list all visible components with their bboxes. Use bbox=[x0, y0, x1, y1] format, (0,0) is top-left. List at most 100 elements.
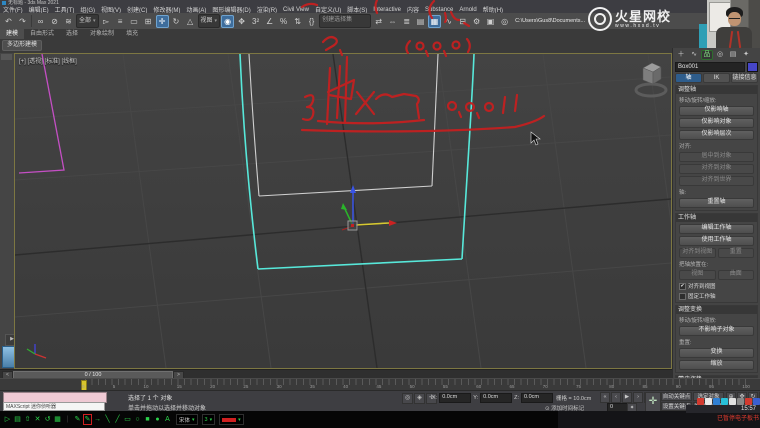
line-tool-icon[interactable]: ╲ bbox=[103, 414, 112, 425]
dont-affect-children-button[interactable]: 不影响子对象 bbox=[679, 326, 754, 336]
reference-coordinate-dropdown[interactable]: 视图▾ bbox=[198, 14, 221, 28]
rendered-frame-window-icon[interactable]: ▣ bbox=[484, 15, 497, 28]
place-surface-button[interactable]: 曲面 bbox=[718, 270, 755, 280]
pivot-sub-tab[interactable]: 轴 bbox=[675, 73, 702, 83]
align-to-view-button[interactable]: 对齐到视图 bbox=[679, 248, 716, 258]
place-view-button[interactable]: 视图 bbox=[679, 270, 716, 280]
capture-icon[interactable]: ▦ bbox=[53, 414, 62, 425]
rectangle-tool-icon[interactable]: ▭ bbox=[123, 414, 132, 425]
ribbon-tab-freeform[interactable]: 自由形式 bbox=[24, 29, 60, 39]
utilities-tab-icon[interactable]: ✦ bbox=[740, 50, 752, 60]
go-to-start-icon[interactable]: « bbox=[600, 392, 610, 403]
object-name-field[interactable]: Box001 bbox=[675, 62, 745, 72]
affect-pivot-only-button[interactable]: 仅影响轴 bbox=[679, 106, 754, 116]
reset-button[interactable]: 重置 bbox=[718, 248, 755, 258]
ribbon-toggle-icon[interactable]: ▦ bbox=[428, 15, 441, 28]
menu-item[interactable]: Substance bbox=[422, 7, 456, 13]
viewport-label[interactable]: [+] [透视] [标准] [线框] bbox=[19, 56, 77, 65]
text-tool-icon[interactable]: A bbox=[163, 414, 172, 425]
selection-lock-icon[interactable]: ◈ bbox=[414, 393, 425, 404]
tray-icon[interactable] bbox=[745, 398, 752, 405]
pointer-icon[interactable]: ▷ bbox=[3, 414, 12, 425]
named-selection-set-field[interactable]: 创建选择集 bbox=[319, 14, 371, 28]
polygon-modeling-panel-button[interactable]: 多边形建模 bbox=[2, 40, 42, 51]
rect-selection-region-icon[interactable]: ▭ bbox=[128, 15, 141, 28]
reset-pivot-button[interactable]: 重置轴 bbox=[679, 198, 754, 208]
menu-item[interactable]: Civil View bbox=[280, 7, 312, 13]
use-working-pivot-button[interactable]: 使用工作轴 bbox=[679, 236, 754, 246]
previous-frame-icon[interactable]: ‹ bbox=[611, 392, 621, 403]
y-coordinate-field[interactable]: 0.0cm bbox=[480, 393, 512, 403]
rollout-header[interactable]: 工作轴 bbox=[676, 214, 757, 222]
rollout-header[interactable]: 调整变换 bbox=[676, 306, 757, 314]
z-coordinate-field[interactable]: 0.0cm bbox=[521, 393, 553, 403]
rotate-icon[interactable]: ↻ bbox=[170, 15, 183, 28]
thin-line-tool-icon[interactable]: ╱ bbox=[113, 414, 122, 425]
tray-icon[interactable] bbox=[737, 398, 744, 405]
undo-icon[interactable]: ↶ bbox=[2, 15, 15, 28]
maxscript-mini-listener[interactable]: MAXScript 迷你侦听器 bbox=[3, 402, 105, 411]
x-coordinate-field[interactable]: 0.0cm bbox=[439, 393, 471, 403]
motion-tab-icon[interactable]: ◎ bbox=[714, 50, 726, 60]
menu-item[interactable]: Interactive bbox=[370, 7, 404, 13]
ellipse-tool-icon[interactable]: ○ bbox=[133, 414, 142, 425]
select-by-name-icon[interactable]: ≡ bbox=[114, 15, 127, 28]
perspective-viewport[interactable]: [+] [透视] [标准] [线框] bbox=[14, 53, 672, 369]
filled-rectangle-tool-icon[interactable]: ■ bbox=[143, 414, 152, 425]
schematic-view-icon[interactable]: ⊟ bbox=[456, 15, 469, 28]
affect-hierarchy-only-button[interactable]: 仅影响层次 bbox=[679, 130, 754, 140]
move-icon[interactable]: ✛ bbox=[156, 15, 169, 28]
unlink-selection-icon[interactable]: ⊘ bbox=[48, 15, 61, 28]
separator[interactable]: | bbox=[63, 414, 72, 425]
upload-icon[interactable]: ⇧ bbox=[23, 414, 32, 425]
save-icon[interactable]: ▤ bbox=[13, 414, 22, 425]
curve-editor-icon[interactable]: ∿ bbox=[442, 15, 455, 28]
window-crossing-icon[interactable]: ⊞ bbox=[142, 15, 155, 28]
filled-ellipse-tool-icon[interactable]: ● bbox=[153, 414, 162, 425]
highlighter-icon[interactable]: ✎ bbox=[73, 414, 82, 425]
affect-object-only-button[interactable]: 仅影响对象 bbox=[679, 118, 754, 128]
isolate-selection-icon[interactable]: ◎ bbox=[402, 393, 413, 404]
modify-tab-icon[interactable]: ∿ bbox=[688, 50, 700, 60]
ribbon-tab-selection[interactable]: 选择 bbox=[60, 29, 84, 39]
edit-named-selections-icon[interactable]: {} bbox=[305, 15, 318, 28]
angle-snap-icon[interactable]: ∠ bbox=[263, 15, 276, 28]
percent-snap-icon[interactable]: % bbox=[277, 15, 290, 28]
center-to-object-button[interactable]: 居中到对象 bbox=[679, 152, 754, 162]
layer-explorer-icon[interactable]: ▤ bbox=[414, 15, 427, 28]
move-gizmo[interactable] bbox=[341, 185, 397, 230]
tray-icon[interactable] bbox=[697, 398, 704, 405]
render-production-icon[interactable]: ◎ bbox=[498, 15, 511, 28]
reset-scale-button[interactable]: 缩放 bbox=[679, 360, 754, 370]
set-keys-button[interactable]: ✛ bbox=[645, 392, 661, 412]
close-icon[interactable]: ✕ bbox=[33, 414, 42, 425]
rollout-header[interactable]: 调整轴 bbox=[676, 86, 757, 94]
viewcube[interactable] bbox=[636, 63, 666, 96]
lock-working-pivot-checkbox[interactable]: 固定工作轴 bbox=[679, 292, 754, 300]
undo-icon[interactable]: ↺ bbox=[43, 414, 52, 425]
reset-transform-button[interactable]: 变换 bbox=[679, 348, 754, 358]
align-to-world-button[interactable]: 对齐到世界 bbox=[679, 176, 754, 186]
ribbon-tab-populate[interactable]: 填充 bbox=[120, 29, 144, 39]
ik-sub-tab[interactable]: IK bbox=[703, 73, 730, 83]
select-and-link-icon[interactable]: ∞ bbox=[34, 15, 47, 28]
tray-icon[interactable] bbox=[753, 398, 760, 405]
tray-icon[interactable] bbox=[713, 398, 720, 405]
ribbon-tab-modeling[interactable]: 建模 bbox=[0, 29, 24, 39]
tray-icon[interactable] bbox=[729, 398, 736, 405]
pen-size-dropdown[interactable]: 3▾ bbox=[202, 414, 216, 425]
edit-working-pivot-button[interactable]: 编辑工作轴 bbox=[679, 224, 754, 234]
pen-icon[interactable]: ✎ bbox=[83, 414, 92, 425]
tray-icon[interactable] bbox=[705, 398, 712, 405]
ribbon-tab-object-paint[interactable]: 对象绘制 bbox=[84, 29, 120, 39]
menu-item[interactable]: Arnold bbox=[456, 7, 479, 13]
display-tab-icon[interactable]: ▤ bbox=[727, 50, 739, 60]
selected-box-wireframe[interactable] bbox=[240, 54, 474, 269]
align-to-view-checkbox[interactable]: ✔ 对齐到视图 bbox=[679, 282, 754, 290]
bind-to-spacewarp-icon[interactable]: ≋ bbox=[62, 15, 75, 28]
snap-toggle-icon[interactable]: 3² bbox=[249, 15, 262, 28]
select-object-icon[interactable]: ▻ bbox=[100, 15, 113, 28]
scale-icon[interactable]: △ bbox=[184, 15, 197, 28]
selection-filter-dropdown[interactable]: 全部▾ bbox=[76, 14, 99, 28]
mirror-icon[interactable]: ⇄ bbox=[372, 15, 385, 28]
